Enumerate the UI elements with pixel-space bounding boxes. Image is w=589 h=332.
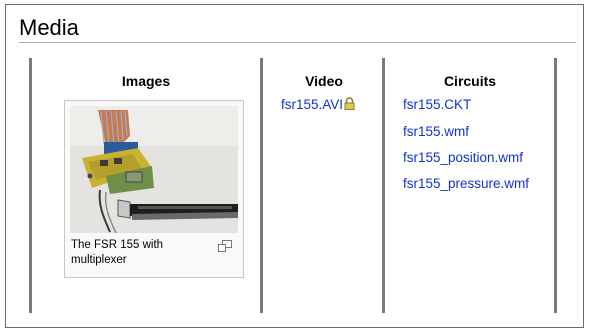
lock-icon xyxy=(344,97,355,110)
magnify-clip-icon[interactable] xyxy=(218,240,232,252)
column-divider xyxy=(382,58,385,313)
circuit-link-position[interactable]: fsr155_position.wmf xyxy=(403,150,523,165)
video-heading: Video xyxy=(305,73,343,89)
column-divider xyxy=(554,58,557,313)
images-heading: Images xyxy=(121,73,171,89)
fsr-multiplexer-photo[interactable] xyxy=(70,106,238,233)
video-link[interactable]: fsr155.AVI xyxy=(281,97,343,112)
thumbnail-caption: The FSR 155 with multiplexer xyxy=(71,239,164,266)
image-thumbnail[interactable]: The FSR 155 with multiplexer xyxy=(64,100,244,278)
circuits-heading: Circuits xyxy=(443,73,497,89)
circuit-link-wmf[interactable]: fsr155.wmf xyxy=(403,124,469,139)
heading-divider xyxy=(19,42,576,43)
section-title: Media xyxy=(19,15,79,40)
circuit-link-pressure[interactable]: fsr155_pressure.wmf xyxy=(403,176,529,191)
video-item[interactable]: fsr155.AVI xyxy=(281,97,355,112)
column-divider xyxy=(29,58,32,313)
circuit-link-ckt[interactable]: fsr155.CKT xyxy=(403,97,471,112)
column-divider xyxy=(260,58,263,313)
